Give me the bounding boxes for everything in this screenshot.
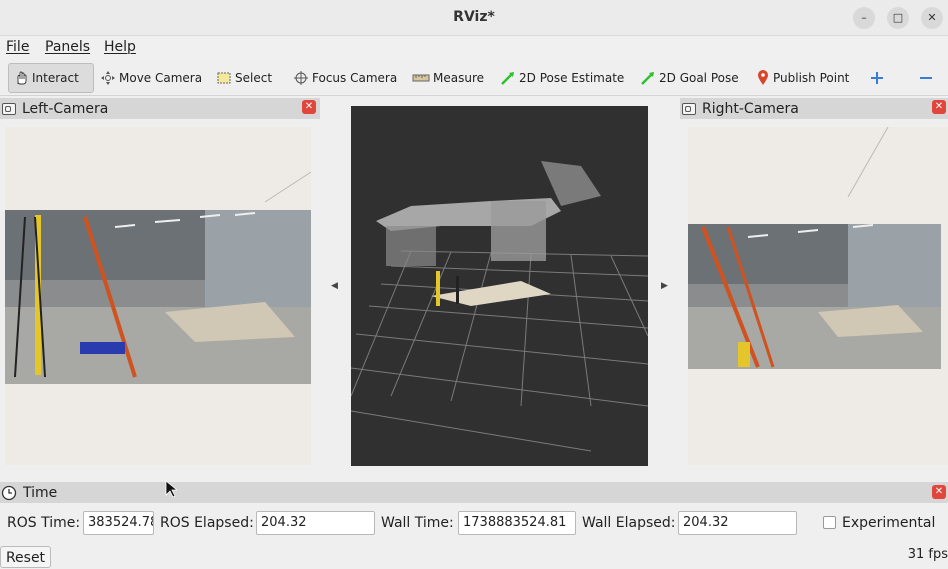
focus-camera-tool[interactable]: Focus Camera bbox=[289, 63, 401, 93]
move-camera-icon bbox=[101, 71, 115, 85]
fps-readout: 31 fps bbox=[907, 547, 948, 562]
pose-estimate-label: 2D Pose Estimate bbox=[519, 71, 625, 85]
time-panel-title: Time bbox=[23, 484, 58, 501]
menu-panels[interactable]: Panels bbox=[45, 39, 90, 55]
measure-tool[interactable]: Measure bbox=[408, 63, 488, 93]
right-camera-image bbox=[688, 127, 941, 369]
focus-camera-label: Focus Camera bbox=[312, 71, 398, 85]
measure-label: Measure bbox=[433, 71, 484, 85]
left-camera-title: Left-Camera bbox=[22, 100, 109, 117]
experimental-label: Experimental bbox=[842, 515, 936, 531]
reset-button[interactable]: Reset bbox=[0, 546, 51, 568]
pose-estimate-tool[interactable]: 2D Pose Estimate bbox=[496, 63, 628, 93]
point-cloud-render bbox=[350, 161, 649, 452]
wall-elapsed-label: Wall Elapsed: bbox=[582, 515, 676, 531]
clock-icon bbox=[1, 485, 17, 500]
right-camera-view bbox=[688, 127, 948, 465]
ros-time-label: ROS Time: bbox=[7, 515, 81, 531]
select-label: Select bbox=[235, 71, 273, 85]
add-tool-button[interactable] bbox=[866, 63, 888, 93]
menu-bar: File Panels Help bbox=[0, 36, 948, 60]
minimize-icon[interactable]: – bbox=[853, 7, 875, 29]
select-icon bbox=[217, 72, 231, 84]
minus-icon bbox=[920, 77, 932, 79]
focus-camera-icon bbox=[294, 71, 308, 85]
time-panel-header: Time ✕ bbox=[0, 482, 948, 503]
collapse-right-icon[interactable]: ▶ bbox=[661, 281, 668, 291]
close-time-panel-icon[interactable]: ✕ bbox=[932, 485, 946, 499]
close-icon[interactable]: ✕ bbox=[921, 7, 943, 29]
collapse-left-icon[interactable]: ◀ bbox=[331, 281, 338, 291]
close-right-camera-icon[interactable]: ✕ bbox=[932, 100, 946, 114]
camera-panel-icon bbox=[2, 102, 16, 115]
interact-label: Interact bbox=[32, 71, 79, 85]
ros-time-field[interactable]: 383524.78 bbox=[83, 511, 154, 535]
maximize-icon[interactable]: □ bbox=[887, 7, 909, 29]
ros-elapsed-label: ROS Elapsed: bbox=[160, 515, 254, 531]
select-tool[interactable]: Select bbox=[212, 63, 276, 93]
goal-arrow-icon bbox=[641, 72, 654, 85]
ros-elapsed-field[interactable]: 204.32 bbox=[256, 511, 375, 535]
right-camera-title: Right-Camera bbox=[702, 100, 799, 117]
map-pin-icon bbox=[758, 70, 768, 85]
wall-elapsed-field[interactable]: 204.32 bbox=[678, 511, 797, 535]
title-bar: RViz* – □ ✕ bbox=[0, 0, 948, 36]
menu-file[interactable]: File bbox=[6, 39, 29, 55]
3d-viewport[interactable] bbox=[350, 106, 649, 466]
menu-help[interactable]: Help bbox=[104, 39, 136, 55]
time-fields-row: ROS Time: 383524.78 ROS Elapsed: 204.32 … bbox=[0, 509, 948, 537]
goal-pose-tool[interactable]: 2D Goal Pose bbox=[636, 63, 743, 93]
left-camera-image bbox=[5, 171, 311, 384]
mouse-cursor-icon bbox=[165, 480, 177, 498]
publish-point-label: Publish Point bbox=[773, 71, 850, 85]
move-camera-tool[interactable]: Move Camera bbox=[96, 63, 206, 93]
interact-tool[interactable]: Interact bbox=[8, 63, 94, 93]
left-camera-header: Left-Camera ✕ bbox=[0, 98, 320, 119]
plus-icon bbox=[871, 72, 883, 84]
right-camera-header: Right-Camera ✕ bbox=[680, 98, 948, 119]
close-left-camera-icon[interactable]: ✕ bbox=[302, 100, 316, 114]
remove-tool-button[interactable] bbox=[914, 63, 938, 93]
camera-panel-icon bbox=[682, 102, 696, 115]
pose-arrow-icon bbox=[501, 72, 514, 85]
left-camera-view bbox=[5, 127, 311, 465]
wall-time-label: Wall Time: bbox=[381, 515, 454, 531]
wall-time-field[interactable]: 1738883524.81 bbox=[458, 511, 576, 535]
experimental-checkbox[interactable] bbox=[823, 516, 836, 529]
window-title: RViz* bbox=[453, 9, 495, 25]
move-camera-label: Move Camera bbox=[119, 71, 203, 85]
publish-point-tool[interactable]: Publish Point bbox=[752, 63, 853, 93]
ruler-icon bbox=[412, 74, 430, 82]
hand-icon bbox=[17, 71, 27, 85]
goal-pose-label: 2D Goal Pose bbox=[659, 71, 739, 85]
toolbar: Interact Move Camera Select Focus Camera… bbox=[0, 60, 948, 96]
